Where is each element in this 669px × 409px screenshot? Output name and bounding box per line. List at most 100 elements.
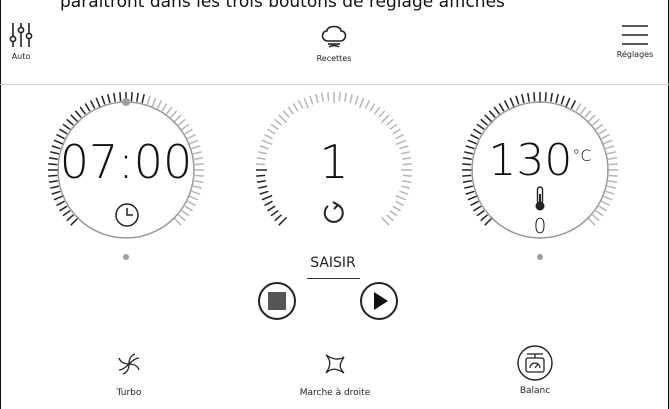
dial-tick [386,118,394,126]
dial-tick [107,94,111,104]
speed-dial[interactable]: 1 [244,80,424,260]
dial-tick [395,200,404,207]
dial-tick [380,216,390,226]
dial-tick [380,114,390,124]
dial-tick [465,190,475,195]
dial-tick [498,103,505,112]
dial-tick [560,95,565,105]
dial-tick [389,209,398,217]
dial-tick [598,205,607,212]
play-button[interactable] [360,282,398,320]
dial-tick [373,106,381,115]
dial-tick [369,103,376,112]
dial-tick [349,94,353,104]
frame-left-edge [0,0,1,409]
caption-text: paraîtront dans les trois boutons de rég… [60,0,505,12]
dial-tick [598,128,607,135]
saisir-label[interactable]: SAISIR [288,255,378,271]
dial-tick [555,94,559,104]
rotation-icon [323,201,344,223]
dial-tick [278,114,288,124]
dial-tick [488,110,496,118]
dial-tick [113,92,116,102]
dial-tick [292,103,299,112]
dial-tick [592,118,600,126]
dial-tick [527,92,530,102]
dial-tick [261,194,273,201]
timer-dial-handle[interactable] [122,98,130,106]
dial-tick [62,123,71,131]
dial-tick [264,200,273,207]
speed-value: 1 [319,135,349,189]
dial-tick [270,209,279,217]
dial-tick [282,110,290,118]
dial-tick [184,205,193,212]
dial-tick [544,92,547,102]
dial-tick [327,92,330,102]
dial-tick [187,200,196,207]
dial-tick [480,118,488,126]
dial-tick [74,110,82,118]
temperature-dial[interactable]: 130°C 0 [450,80,630,260]
dial-tick [470,200,479,207]
dial-tick [259,190,269,195]
dial-tick [274,214,282,222]
dial-tick [165,106,173,115]
dial-tick [303,97,310,109]
dial-tick [141,94,145,104]
dial-tick [66,118,74,126]
dial-tick [533,92,536,102]
dial-tick [136,92,139,102]
dial-tick [575,103,582,112]
dial-tick [59,205,68,212]
turbo-blades-icon [118,353,140,375]
dial-tick [395,194,407,201]
dial-tick [392,205,401,212]
dial-tick [66,214,74,222]
dial-tick [59,128,68,135]
dial-tick [601,200,610,207]
dial-tick [321,92,324,102]
dial-tick [267,205,276,212]
dial-tick [56,200,65,207]
auto-button[interactable]: Auto [6,22,36,61]
timer-dial[interactable]: 07:00 [36,80,216,260]
timer-dial-dot [123,254,129,260]
chef-hat-icon [321,25,347,48]
dial-tick [119,92,122,102]
dial-tick [62,209,71,217]
direction-button[interactable]: Marche à droite [283,352,387,398]
dial-tick [130,92,133,102]
balance-button[interactable]: Balanc [505,344,565,396]
dial-tick [146,95,151,105]
auto-label: Auto [11,52,31,61]
reverse-blade-icon [325,354,345,374]
turbo-button[interactable]: Turbo [94,352,164,398]
settings-label: Réglages [616,50,654,59]
dial-tick [515,95,520,105]
scale-icon [517,345,553,381]
dial-tick [309,95,314,105]
stop-button[interactable] [258,282,296,320]
dial-tick [503,100,510,109]
dial-tick [344,92,347,102]
dial-tick [579,106,587,115]
app-screen: paraîtront dans les trois boutons de rég… [0,0,669,409]
dial-tick [178,214,186,222]
dial-tick [267,128,276,135]
dial-tick [476,123,485,131]
settings-button[interactable]: Réglages [610,24,660,59]
dial-tick [399,190,409,195]
balance-label: Balanc [519,386,551,396]
dial-tick [389,123,398,131]
play-icon [374,292,388,310]
dial-tick [378,110,386,118]
dial-tick [184,128,193,135]
dial-tick [550,92,553,102]
dial-tick [181,209,190,217]
saisir-underline [307,278,360,279]
dial-tick [570,100,577,109]
dial-tick [605,190,615,195]
recipes-button[interactable]: Recettes [309,22,359,63]
turbo-label: Turbo [116,388,142,398]
